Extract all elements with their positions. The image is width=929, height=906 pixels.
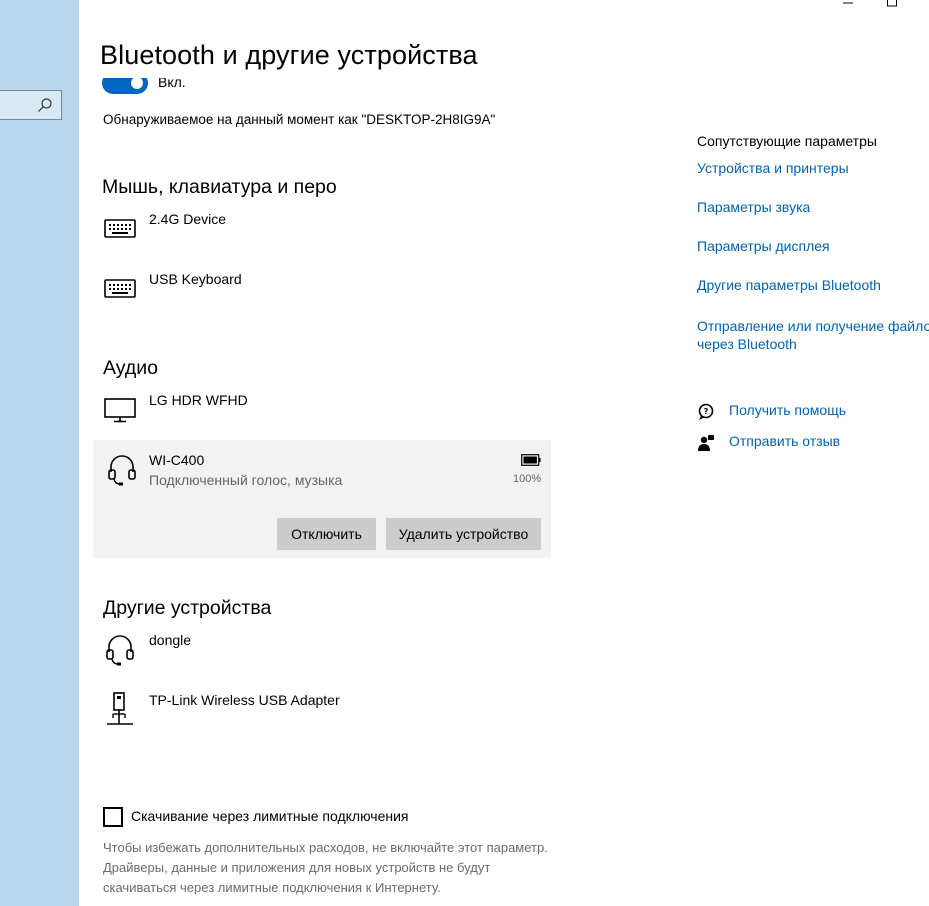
device-status: Подключенный голос, музыка [149,472,343,488]
send-files-line-1: Отправление или получение файлов [697,318,929,334]
search-icon [38,98,52,112]
maximize-icon[interactable] [882,0,902,8]
device-name: WI-C400 [149,452,205,468]
metered-download-label[interactable]: Скачивание через лимитные подключения [131,808,408,824]
headset-icon [108,455,136,486]
section-title-audio: Аудио [103,357,159,379]
section-title-other: Другие устройства [103,597,272,619]
sound-settings-link[interactable]: Параметры звука [697,199,810,215]
disconnect-button[interactable]: Отключить [277,518,376,550]
metered-note: Чтобы избежать дополнительных расходов, … [103,840,548,895]
device-item[interactable]: dongle [103,632,553,682]
device-item[interactable]: 2.4G Device [103,211,553,261]
remove-device-button[interactable]: Удалить устройство [386,518,541,550]
keyboard-icon [104,279,136,298]
discoverable-text: Обнаруживаемое на данный момент как "DES… [103,112,496,127]
display-settings-link[interactable]: Параметры дисплея [697,238,830,254]
related-settings-title: Сопутствующие параметры [697,133,877,149]
section-title-input: Мышь, клавиатура и перо [102,176,337,198]
send-feedback-label: Отправить отзыв [729,433,841,449]
device-item[interactable]: TP-Link Wireless USB Adapter [103,692,553,742]
get-help-label: Получить помощь [729,402,847,418]
device-name: dongle [149,632,192,648]
svg-text:?: ? [704,407,709,416]
toggle-knob [131,77,143,89]
usb-adapter-icon [107,692,133,725]
device-item[interactable]: USB Keyboard [103,271,553,321]
device-item[interactable]: LG HDR WFHD [103,392,553,442]
device-name: TP-Link Wireless USB Adapter [149,692,340,708]
device-name: LG HDR WFHD [149,392,248,408]
devices-printers-link[interactable]: Устройства и принтеры [697,160,849,176]
send-receive-files-link[interactable]: Отправление или получение файлов через B… [697,317,929,353]
more-bluetooth-settings-link[interactable]: Другие параметры Bluetooth [697,277,881,293]
minimize-icon[interactable] [838,0,858,8]
send-files-line-2: через Bluetooth [697,336,797,352]
monitor-icon [104,398,136,423]
scroll-clip [95,72,295,78]
headset-icon [106,635,134,666]
search-input[interactable] [0,90,62,120]
device-item-selected[interactable]: WI-C400 Подключенный голос, музыка 100% … [93,440,551,558]
navigation-pane [0,0,79,906]
metered-download-checkbox[interactable] [103,807,123,827]
device-name: 2.4G Device [149,211,227,227]
help-chat-icon: ? [698,403,714,420]
battery-icon [521,454,541,466]
feedback-icon [698,435,714,451]
battery-level: 100% [513,473,542,485]
page-title: Bluetooth и другие устройства [100,40,478,70]
device-name: USB Keyboard [149,271,242,287]
keyboard-icon [104,219,136,238]
